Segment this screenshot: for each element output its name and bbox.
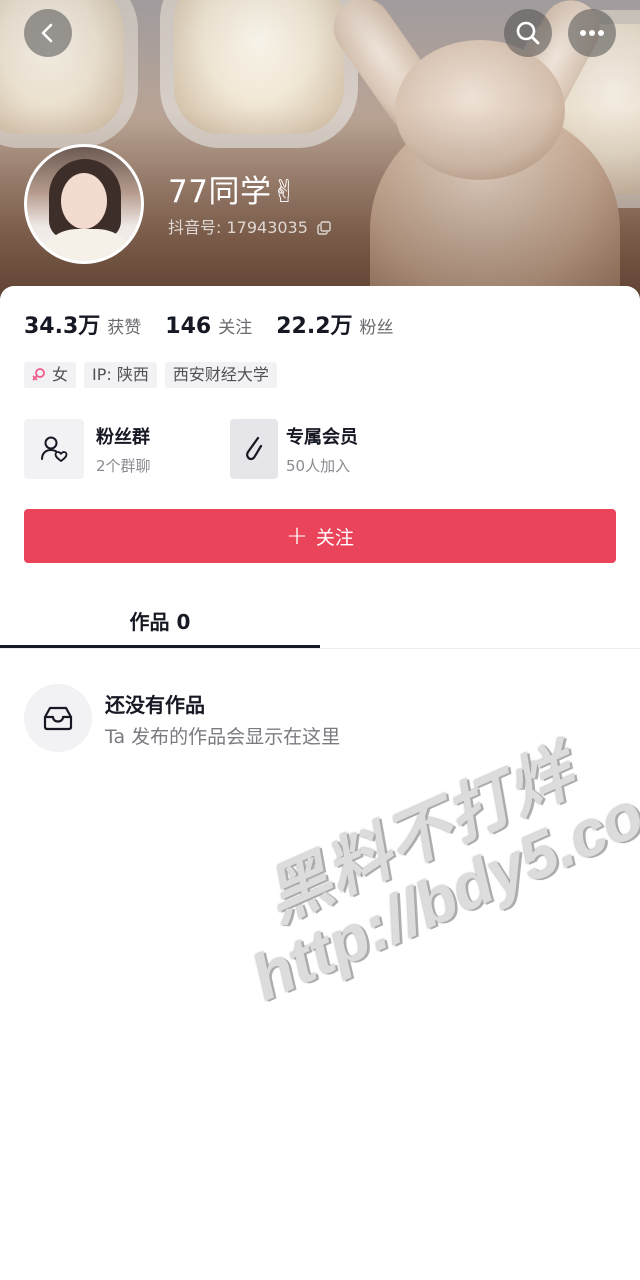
inbox-tray-icon <box>43 706 73 731</box>
fans-group-card[interactable]: 粉丝群 2个群聊 <box>24 419 224 479</box>
more-dots-icon <box>580 30 604 36</box>
fans-group-icon-box <box>24 419 84 479</box>
tag-school-label: 西安财经大学 <box>172 365 269 384</box>
stat-label: 获赞 <box>107 318 142 338</box>
stat-value: 34.3万 <box>24 314 101 339</box>
copy-icon[interactable] <box>317 221 331 235</box>
tab-works[interactable]: 作品 0 <box>0 592 320 648</box>
membership-card[interactable]: 专属会员 50人加入 <box>230 419 390 479</box>
tag-gender-label: 女 <box>52 365 69 384</box>
more-options-button[interactable] <box>568 9 616 57</box>
tag-ip-label: IP: 陕西 <box>92 365 149 384</box>
back-button[interactable] <box>24 9 72 57</box>
username: 77同学✌ <box>168 174 298 210</box>
fans-group-subtitle: 2个群聊 <box>96 457 151 475</box>
membership-title: 专属会员 <box>286 427 358 448</box>
tab-active-indicator <box>0 645 320 648</box>
avatar-face <box>61 173 107 229</box>
stat-label: 关注 <box>218 318 253 338</box>
group-heart-icon <box>41 436 68 462</box>
avatar-shirt <box>37 229 137 261</box>
follow-button-label: 关注 <box>315 526 354 549</box>
stat-following[interactable]: 146 关注 <box>165 313 252 339</box>
tag-ip: IP: 陕西 <box>84 362 157 388</box>
avatar[interactable] <box>24 144 144 264</box>
chevron-left-icon <box>41 23 53 43</box>
content-tabs: 作品 0 <box>0 592 640 649</box>
stats-row: 34.3万 获赞 146 关注 22.2万 粉丝 <box>24 308 418 340</box>
fans-group-title: 粉丝群 <box>96 427 150 448</box>
stat-likes[interactable]: 34.3万 获赞 <box>24 308 141 340</box>
empty-works-state: 还没有作品 Ta 发布的作品会显示在这里 <box>24 684 616 754</box>
plus-icon: + <box>286 521 308 551</box>
membership-icon-box <box>230 419 278 479</box>
follow-button[interactable]: + 关注 <box>24 509 616 563</box>
stat-value: 22.2万 <box>276 314 353 339</box>
stat-followers[interactable]: 22.2万 粉丝 <box>276 308 393 340</box>
stat-label: 粉丝 <box>359 318 394 338</box>
douyin-id-row[interactable]: 抖音号: 17943035 <box>168 214 331 238</box>
empty-description: Ta 发布的作品会显示在这里 <box>105 726 341 748</box>
search-icon <box>516 21 540 45</box>
profile-tags: 女 IP: 陕西 西安财经大学 <box>24 362 285 388</box>
empty-icon-box <box>24 684 92 752</box>
membership-link-icon <box>246 436 263 461</box>
douyin-id: 抖音号: 17943035 <box>168 218 308 237</box>
stat-value: 146 <box>165 314 212 339</box>
tag-school[interactable]: 西安财经大学 <box>164 362 277 388</box>
empty-title: 还没有作品 <box>105 693 205 717</box>
search-button[interactable] <box>504 9 552 57</box>
tag-gender: 女 <box>24 362 77 388</box>
membership-subtitle: 50人加入 <box>286 457 351 475</box>
female-icon <box>32 368 45 381</box>
